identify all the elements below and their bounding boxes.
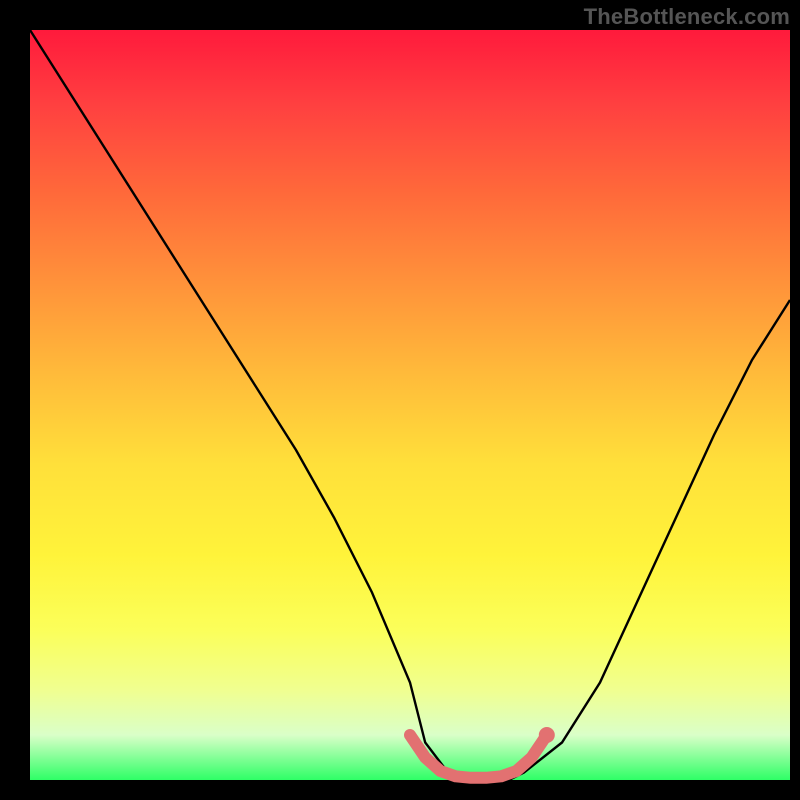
main-curve-path — [30, 30, 790, 780]
plot-area — [30, 30, 790, 780]
chart-frame: TheBottleneck.com — [0, 0, 800, 800]
chart-svg — [30, 30, 790, 780]
watermark-text: TheBottleneck.com — [584, 4, 790, 30]
highlight-marker-dot — [539, 727, 555, 743]
